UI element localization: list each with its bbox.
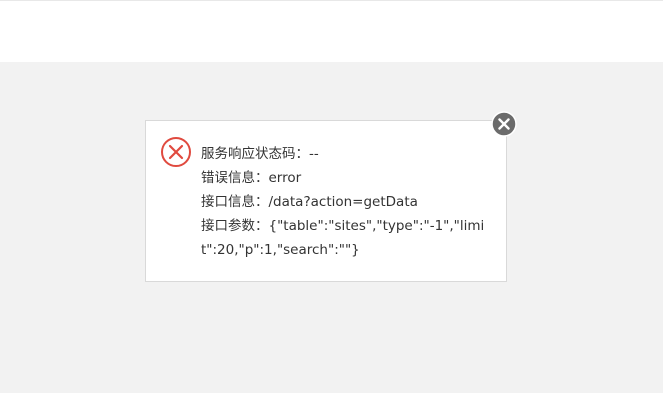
api-info-value: /data?action=getData bbox=[268, 194, 418, 210]
error-dialog: 服务响应状态码：-- 错误信息：error 接口信息：/data?action=… bbox=[145, 120, 507, 282]
api-info-label: 接口信息： bbox=[201, 194, 269, 210]
status-code-value: -- bbox=[309, 146, 319, 162]
error-info-line: 错误信息：error bbox=[201, 166, 486, 190]
status-code-line: 服务响应状态码：-- bbox=[201, 142, 486, 166]
top-header-bar bbox=[0, 0, 663, 62]
error-info-label: 错误信息： bbox=[201, 170, 269, 186]
api-info-line: 接口信息：/data?action=getData bbox=[201, 190, 486, 214]
close-icon bbox=[491, 111, 517, 137]
api-params-label: 接口参数： bbox=[201, 218, 269, 234]
status-code-label: 服务响应状态码： bbox=[201, 146, 309, 162]
error-message: 服务响应状态码：-- 错误信息：error 接口信息：/data?action=… bbox=[201, 142, 486, 262]
error-x-circle-icon bbox=[160, 136, 192, 168]
close-dialog-button[interactable] bbox=[491, 111, 517, 137]
error-info-value: error bbox=[268, 170, 302, 186]
api-params-line: 接口参数：{"table":"sites","type":"-1","limit… bbox=[201, 214, 486, 262]
